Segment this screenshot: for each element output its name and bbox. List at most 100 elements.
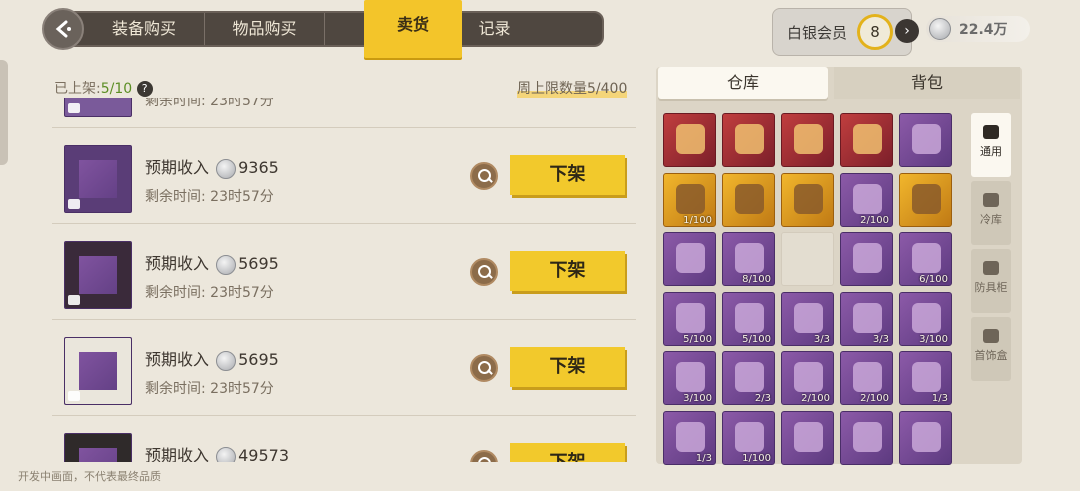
item-icon	[853, 183, 882, 214]
item-icon	[676, 421, 705, 452]
inventory-slot[interactable]	[840, 232, 893, 286]
item-count: 1/3	[931, 393, 948, 404]
dev-notice: 开发中画面，不代表最终品质	[18, 470, 161, 483]
delist-button[interactable]: 下架	[510, 443, 625, 462]
listing-list[interactable]: 剩余时间: 23时57分 预期收入 9365 剩余时间: 23时57分 下架 预…	[52, 98, 636, 462]
item-icon	[912, 362, 941, 392]
item-icon	[853, 243, 882, 273]
side-tab-freezer[interactable]: 冷库	[971, 181, 1011, 245]
tab-backpack[interactable]: 背包	[834, 67, 1020, 99]
inventory-slot[interactable]	[663, 113, 716, 167]
item-icon	[64, 98, 132, 117]
inventory-slot[interactable]: 1/100	[722, 410, 775, 465]
income-value: 49573	[238, 446, 290, 462]
expected-income: 预期收入 5695	[145, 346, 279, 371]
inventory-slot[interactable]	[663, 232, 716, 286]
item-count: 3/3	[872, 333, 889, 345]
item-count: 5/100	[742, 333, 771, 345]
item-icon	[853, 124, 882, 154]
item-count: 1/3	[695, 452, 712, 464]
currency-amount: 22.4万	[959, 22, 1008, 38]
side-tab-jewelry-box[interactable]: 首饰盒	[971, 317, 1011, 381]
inventory-slot[interactable]: 2/3	[722, 351, 775, 405]
tab-sell[interactable]: 卖货	[364, 0, 462, 58]
inventory-slot[interactable]: 1/3	[899, 351, 952, 405]
income-label: 预期收入	[145, 446, 210, 462]
inventory-slot[interactable]: 3/3	[781, 291, 834, 346]
inspect-icon[interactable]	[470, 162, 498, 190]
inventory-slot[interactable]	[899, 410, 952, 465]
listing-row: 预期收入 5695 剩余时间: 23时57分 下架	[52, 320, 636, 416]
delist-button[interactable]: 下架	[510, 155, 625, 195]
item-icon	[676, 124, 705, 154]
inspect-icon[interactable]	[470, 354, 498, 382]
inventory-slot[interactable]: 3/100	[899, 291, 952, 346]
tab-equipment-buy[interactable]: 装备购买	[84, 13, 204, 45]
inventory-slot[interactable]	[722, 172, 775, 227]
item-count: 2/100	[801, 393, 830, 404]
item-count: 3/100	[683, 393, 712, 404]
inventory-slot[interactable]: 3/3	[840, 291, 893, 346]
item-count: 2/100	[860, 214, 889, 226]
inventory-slot[interactable]	[899, 172, 952, 227]
item-icon	[912, 183, 941, 214]
inventory-slot[interactable]	[840, 410, 893, 465]
item-icon	[912, 124, 941, 154]
inventory-slot[interactable]: 3/100	[663, 351, 716, 405]
inventory-slot[interactable]	[781, 113, 834, 167]
remaining-time: 剩余时间: 23时57分	[145, 285, 274, 301]
expected-income: 预期收入 49573	[145, 442, 289, 462]
inventory-slot[interactable]: 1/100	[663, 172, 716, 227]
glove-item-icon[interactable]	[64, 241, 132, 309]
inventory-slot[interactable]	[840, 113, 893, 167]
inventory-slot[interactable]	[781, 172, 834, 227]
member-badge[interactable]: 白银会员 8	[772, 8, 912, 56]
item-icon	[735, 362, 764, 392]
member-detail-arrow-icon[interactable]: ›	[895, 19, 919, 43]
pants-item-icon[interactable]	[64, 337, 132, 405]
side-tab-armor-cabinet[interactable]: 防具柜	[971, 249, 1011, 313]
inventory-slot[interactable]: 5/100	[663, 291, 716, 346]
delist-button[interactable]: 下架	[510, 251, 625, 291]
delist-button[interactable]: 下架	[510, 347, 625, 387]
leg-armor-item-icon[interactable]	[64, 433, 132, 462]
remaining-time: 剩余时间: 23时57分	[145, 189, 274, 205]
inspect-icon[interactable]	[470, 258, 498, 286]
inventory-slot[interactable]: 8/100	[722, 232, 775, 286]
remaining-time: 剩余时间: 23时57分	[145, 381, 274, 397]
listing-row: 预期收入 49573 下架	[52, 416, 636, 462]
help-icon[interactable]: ?	[136, 81, 153, 97]
tab-item-buy[interactable]: 物品购买	[204, 13, 324, 45]
inventory-slot[interactable]: 1/3	[663, 410, 716, 465]
inventory-slot[interactable]	[781, 232, 834, 286]
tab-warehouse[interactable]: 仓库	[658, 67, 828, 99]
listed-value: 5/10	[100, 81, 133, 97]
item-icon	[912, 302, 941, 333]
cold-storage-icon	[983, 193, 999, 207]
item-icon	[794, 421, 823, 452]
side-pull-handle[interactable]	[0, 60, 8, 165]
inventory-slot[interactable]: 2/100	[840, 351, 893, 405]
item-icon	[676, 183, 705, 214]
silver-coin-icon	[216, 446, 237, 462]
item-count: 3/3	[813, 333, 830, 345]
inventory-slot[interactable]: 2/100	[781, 351, 834, 405]
inventory-slot[interactable]	[722, 113, 775, 167]
inventory-slot[interactable]	[899, 113, 952, 167]
back-button[interactable]	[42, 8, 84, 50]
inventory-slot[interactable]: 5/100	[722, 291, 775, 346]
side-tab-general[interactable]: 通用	[971, 113, 1011, 177]
inspect-icon[interactable]	[470, 450, 498, 462]
inventory-slot[interactable]: 6/100	[899, 232, 952, 286]
item-count: 1/100	[742, 452, 771, 464]
armor-item-icon[interactable]	[64, 145, 132, 213]
member-label: 白银会员	[787, 23, 848, 42]
item-icon	[912, 243, 941, 273]
inventory-slot[interactable]: 2/100	[840, 172, 893, 227]
item-icon	[676, 243, 705, 273]
item-icon	[853, 362, 882, 392]
inventory-slot[interactable]	[781, 410, 834, 465]
income-value: 5695	[238, 350, 279, 369]
side-tab-label: 首饰盒	[974, 349, 1008, 362]
currency-display: 22.4万	[926, 16, 1030, 42]
